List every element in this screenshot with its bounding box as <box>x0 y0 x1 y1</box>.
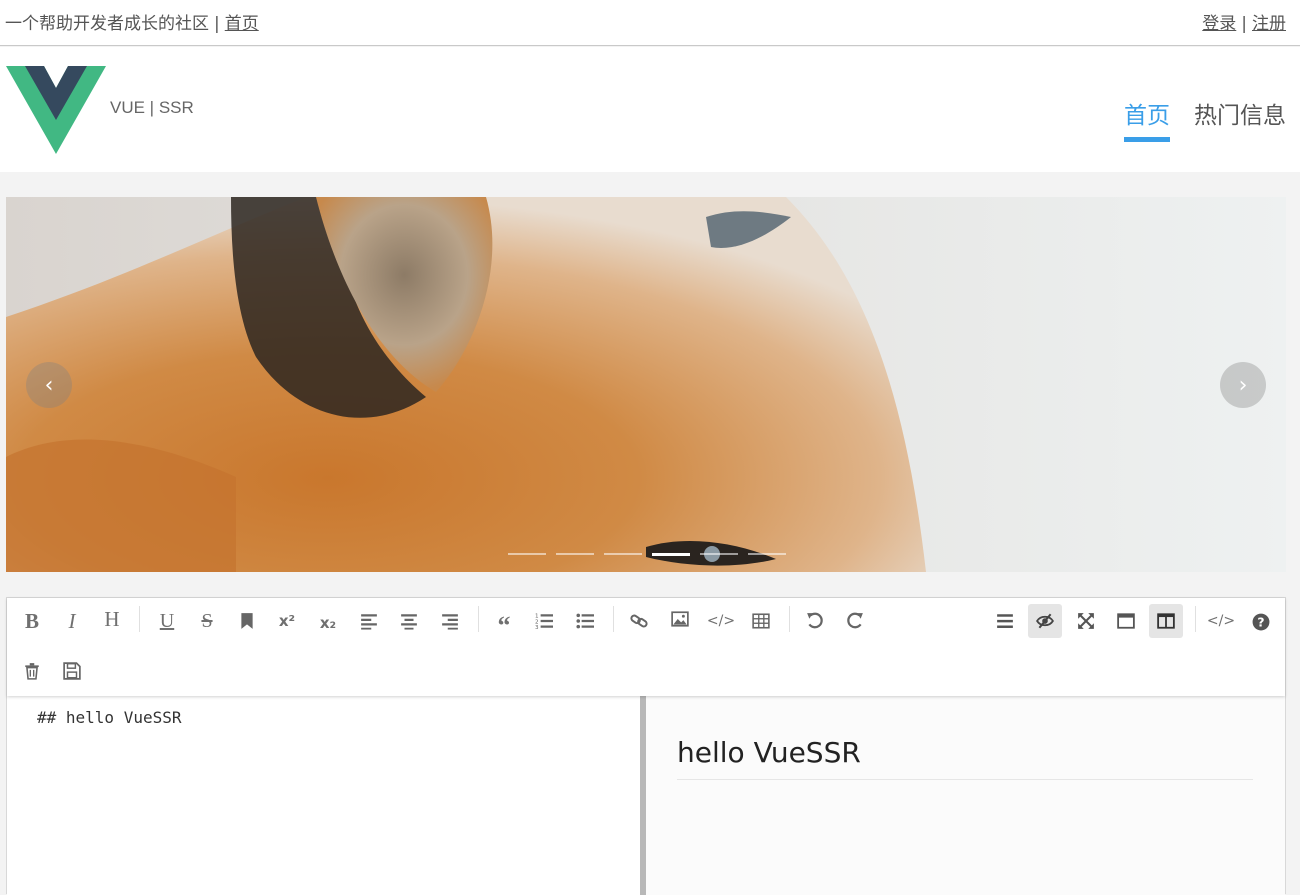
site-header: VUE | SSR 首页 热门信息 <box>0 47 1300 172</box>
trash-button[interactable] <box>15 654 49 688</box>
toolbar-divider <box>1195 606 1196 632</box>
help-icon: ? <box>1252 613 1270 631</box>
mark-button[interactable] <box>230 604 264 638</box>
home-link[interactable]: 首页 <box>225 14 259 34</box>
carousel-indicator[interactable] <box>508 553 546 555</box>
redo-button[interactable] <box>838 604 872 638</box>
carousel-indicator[interactable] <box>700 553 738 555</box>
ordered-list-button[interactable]: 123 <box>527 604 561 638</box>
carousel-indicator-active[interactable] <box>652 553 690 556</box>
code-icon: </> <box>706 613 736 629</box>
align-right-icon <box>442 614 458 630</box>
code-button[interactable]: </> <box>704 604 738 638</box>
link-icon <box>630 614 648 628</box>
strikethrough-button[interactable]: S <box>190 604 224 638</box>
align-center-icon <box>401 614 417 630</box>
quote-button[interactable]: “ <box>487 604 521 640</box>
code-icon: </> <box>1206 613 1236 629</box>
table-button[interactable] <box>744 604 778 638</box>
site-slogan: 一个帮助开发者成长的社区 <box>5 14 209 34</box>
align-left-icon <box>361 614 377 630</box>
superscript-icon: x² <box>278 612 296 630</box>
svg-text:?: ? <box>1257 616 1264 630</box>
eye-slash-icon <box>1036 613 1054 629</box>
html-code-button[interactable]: </> <box>1204 604 1238 638</box>
toolbar-divider <box>789 606 790 632</box>
image-button[interactable] <box>663 602 697 636</box>
subscript-button[interactable]: x₂ <box>311 606 345 640</box>
preview-toggle-button[interactable] <box>1028 604 1062 638</box>
carousel-prev-button[interactable]: ‹ <box>26 362 72 408</box>
superscript-button[interactable]: x² <box>270 604 304 638</box>
markdown-editor: B I H U S x² x₂ “ 123 </> </> ? ## hello… <box>6 597 1286 895</box>
main-nav: 首页 热门信息 <box>1124 96 1286 142</box>
undo-button[interactable] <box>798 604 832 638</box>
save-button[interactable] <box>55 654 89 688</box>
register-link[interactable]: 注册 <box>1252 14 1286 34</box>
table-icon <box>752 613 770 629</box>
ordered-list-icon: 123 <box>535 614 553 630</box>
carousel-indicator[interactable] <box>604 553 642 555</box>
subscript-icon: x₂ <box>319 614 337 632</box>
underline-button[interactable]: U <box>150 604 184 638</box>
chevron-left-icon: ‹ <box>44 372 54 398</box>
markdown-source-pane[interactable]: ## hello VueSSR <box>7 696 640 895</box>
strikethrough-icon: S <box>201 609 213 632</box>
window-icon <box>1117 613 1135 629</box>
preview-heading: hello VueSSR <box>677 736 1253 780</box>
separator: | <box>1241 14 1247 34</box>
carousel-indicator[interactable] <box>556 553 594 555</box>
fullscreen-button[interactable] <box>1069 604 1103 638</box>
toolbar-divider <box>613 606 614 632</box>
quote-icon: “ <box>497 611 511 640</box>
top-bar: 一个帮助开发者成长的社区 | 首页 登录 | 注册 <box>0 0 1300 46</box>
top-bar-left: 一个帮助开发者成长的社区 | 首页 <box>5 9 259 34</box>
header-button[interactable]: H <box>95 602 129 636</box>
link-button[interactable] <box>622 604 656 638</box>
toolbar-divider <box>139 606 140 632</box>
markdown-source-text[interactable]: ## hello VueSSR <box>37 708 182 727</box>
italic-icon: I <box>68 608 76 633</box>
expand-icon <box>1078 613 1094 629</box>
carousel-indicators <box>508 553 786 556</box>
top-bar-right: 登录 | 注册 <box>1202 9 1286 34</box>
bookmark-icon <box>241 613 253 629</box>
separator: | <box>214 14 220 34</box>
editor-toolbar: B I H U S x² x₂ “ 123 </> </> ? <box>7 598 1285 696</box>
login-link[interactable]: 登录 <box>1202 14 1236 34</box>
help-button[interactable]: ? <box>1244 605 1278 639</box>
vue-logo[interactable] <box>6 66 106 154</box>
underline-icon: U <box>159 609 175 632</box>
align-center-button[interactable] <box>392 604 426 638</box>
align-left-button[interactable] <box>352 604 386 638</box>
nav-item-hot-news[interactable]: 热门信息 <box>1194 96 1286 142</box>
unordered-list-icon <box>576 613 594 629</box>
menu-icon <box>997 614 1013 628</box>
fox-slide-image <box>6 197 1286 572</box>
save-icon <box>63 662 81 680</box>
toolbar-divider <box>478 606 479 632</box>
header-icon: H <box>104 606 120 631</box>
trash-icon <box>25 663 39 680</box>
bold-icon: B <box>24 608 39 633</box>
carousel-indicator[interactable] <box>748 553 786 555</box>
redo-icon <box>847 612 863 629</box>
subfield-toggle-button[interactable] <box>1149 604 1183 638</box>
svg-text:3: 3 <box>535 625 539 630</box>
italic-button[interactable]: I <box>55 604 89 638</box>
align-right-button[interactable] <box>433 604 467 638</box>
undo-icon <box>807 612 823 629</box>
brand-text: VUE | SSR <box>110 98 194 117</box>
banner-carousel: ‹ › <box>6 197 1286 572</box>
image-icon <box>671 611 689 627</box>
read-mode-button[interactable] <box>1109 604 1143 638</box>
unordered-list-button[interactable] <box>568 604 602 638</box>
carousel-next-button[interactable]: › <box>1220 362 1266 408</box>
bold-button[interactable]: B <box>15 604 49 638</box>
markdown-preview-pane: hello VueSSR <box>646 696 1285 895</box>
chevron-right-icon: › <box>1238 372 1248 398</box>
nav-item-home[interactable]: 首页 <box>1124 96 1170 142</box>
navigation-button[interactable] <box>988 604 1022 638</box>
columns-icon <box>1157 613 1175 629</box>
